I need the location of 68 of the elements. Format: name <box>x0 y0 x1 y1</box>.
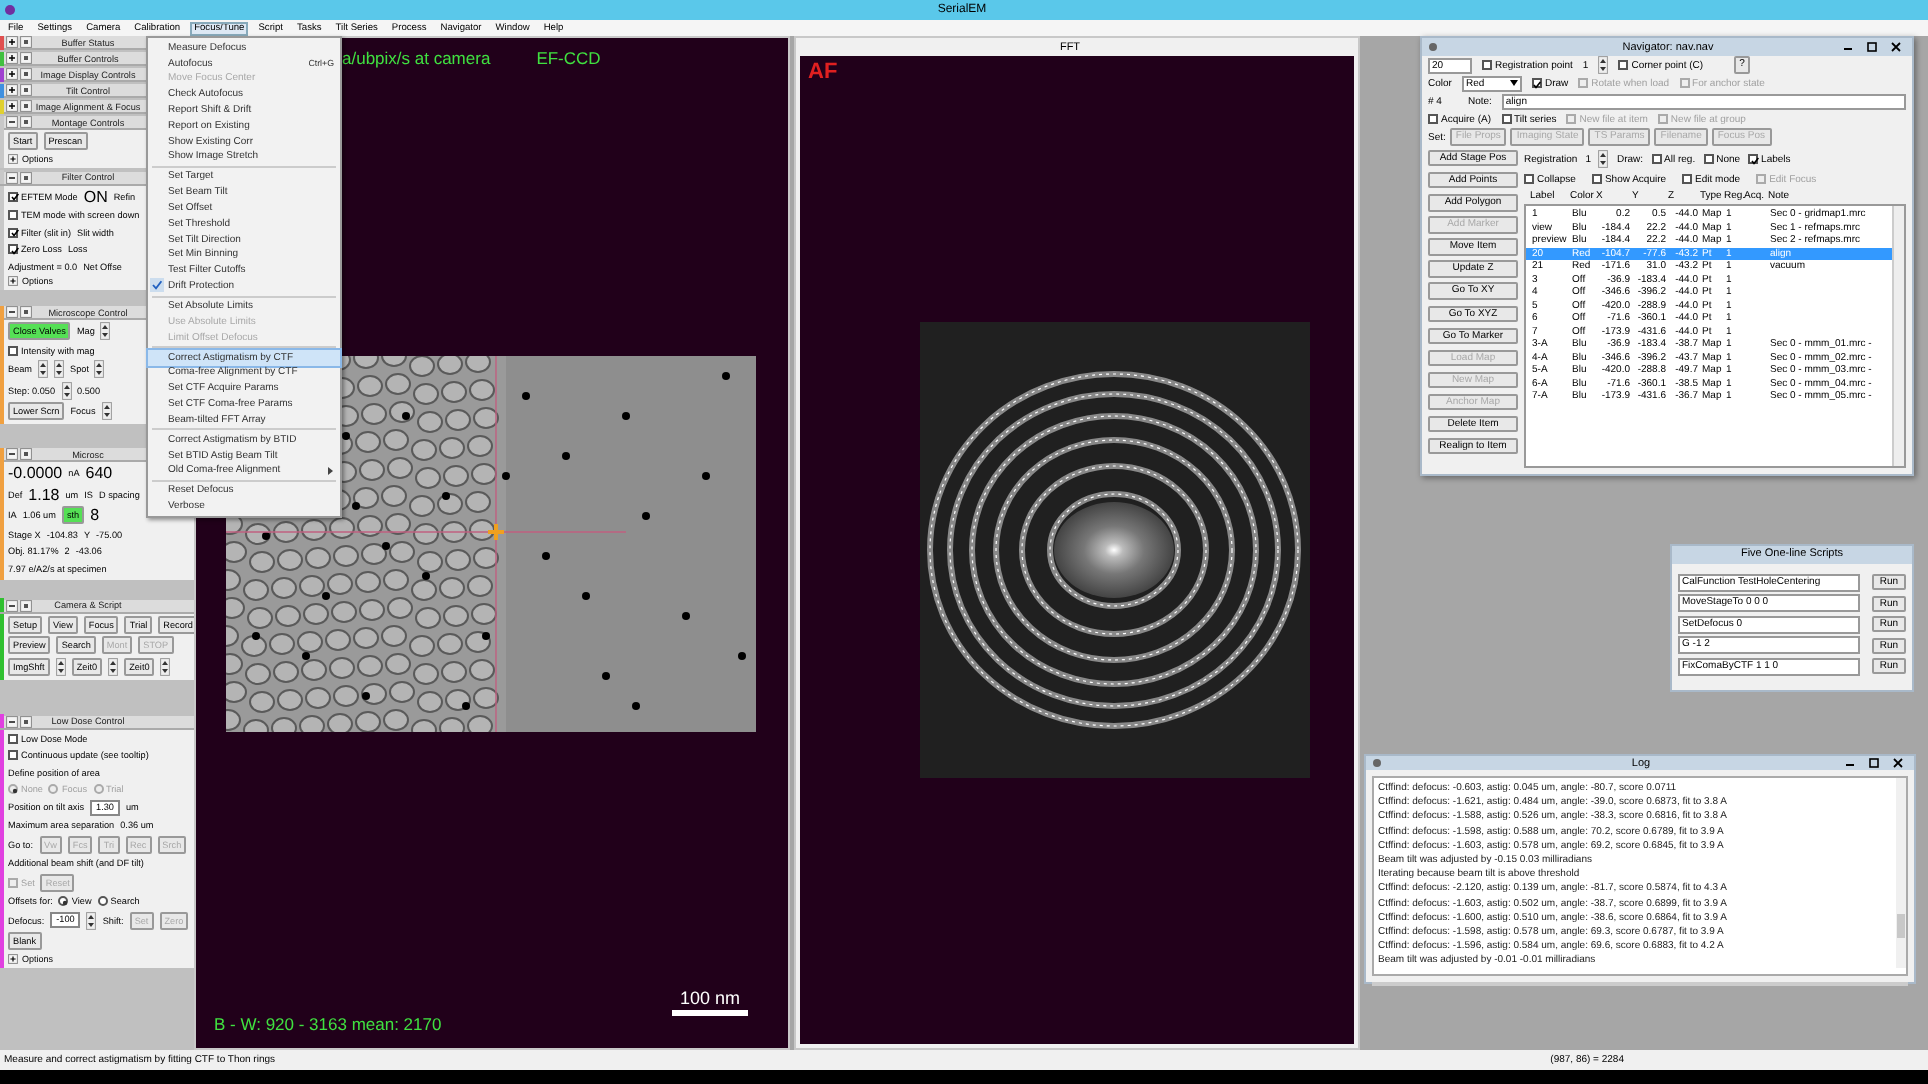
checkbox[interactable] <box>1501 114 1512 124</box>
spin-buttons-icon[interactable] <box>38 360 49 378</box>
collapse-icon[interactable] <box>6 715 18 727</box>
checkbox[interactable] <box>1618 60 1629 70</box>
checkbox[interactable] <box>8 210 18 220</box>
readout-value: 1.18 <box>28 485 60 503</box>
camera-name: EF-CCD <box>536 48 601 68</box>
checkbox[interactable] <box>1703 154 1714 164</box>
checkbox[interactable] <box>8 227 18 237</box>
checkbox[interactable] <box>1524 174 1534 184</box>
maximize-icon[interactable] <box>1864 756 1884 770</box>
scale-bar <box>672 1010 748 1016</box>
checkbox[interactable] <box>1482 60 1492 70</box>
exposure-text: a/ubpix/s at camera <box>342 48 491 68</box>
spin-buttons-icon[interactable] <box>54 360 65 378</box>
expand-icon[interactable] <box>6 52 18 64</box>
image-stats: B - W: 920 - 3163 mean: 2170 <box>214 1014 442 1034</box>
collapse-icon[interactable] <box>6 448 18 460</box>
app-icon <box>1372 758 1382 768</box>
checkbox[interactable] <box>8 244 18 254</box>
readout-value: 640 <box>85 464 113 482</box>
checkbox[interactable] <box>1682 174 1693 184</box>
radio-button[interactable] <box>97 896 108 906</box>
checkbox[interactable] <box>1591 174 1602 184</box>
af-label: AF <box>808 60 838 84</box>
spin-buttons-icon[interactable] <box>61 381 71 399</box>
vertical-scrollbar-icon <box>1896 778 1906 968</box>
radio-button[interactable] <box>58 896 69 906</box>
checkbox[interactable] <box>1531 78 1542 88</box>
expand-icon[interactable] <box>6 84 18 96</box>
readout-value: 8 <box>90 506 100 524</box>
checkbox[interactable] <box>8 750 18 760</box>
readout-value: -0.0000 <box>8 464 63 482</box>
spin-buttons-icon[interactable] <box>101 402 112 420</box>
checkbox[interactable] <box>8 733 18 743</box>
checkbox[interactable] <box>1651 154 1662 164</box>
spin-buttons-icon[interactable] <box>1598 150 1609 168</box>
close-icon[interactable] <box>1886 40 1906 54</box>
expand-icon[interactable] <box>6 100 18 112</box>
spin-buttons-icon[interactable] <box>94 360 105 378</box>
spin-buttons-icon[interactable] <box>160 657 171 675</box>
checkmark-icon <box>150 278 164 293</box>
spin-buttons-icon[interactable] <box>100 322 111 340</box>
checkbox[interactable] <box>8 191 18 201</box>
expand-icon[interactable] <box>8 953 18 963</box>
close-icon[interactable] <box>1888 756 1908 770</box>
app-icon <box>1428 42 1438 52</box>
checkbox[interactable] <box>1428 114 1438 124</box>
submenu-arrow-icon <box>326 465 334 476</box>
expand-icon[interactable] <box>6 68 18 80</box>
collapse-icon[interactable] <box>6 171 18 183</box>
spin-buttons-icon[interactable] <box>55 657 66 675</box>
collapse-icon[interactable] <box>6 599 18 611</box>
app-icon <box>4 4 16 16</box>
expand-icon[interactable] <box>8 153 18 163</box>
scale-bar-label: 100 nm <box>679 988 741 1008</box>
collapse-icon[interactable] <box>6 306 18 318</box>
collapse-icon[interactable] <box>6 116 18 128</box>
spin-buttons-icon[interactable] <box>108 657 119 675</box>
checkbox[interactable] <box>1748 154 1759 164</box>
checkbox[interactable] <box>8 345 18 355</box>
expand-icon[interactable] <box>6 36 18 48</box>
readout-value: ON <box>83 187 108 205</box>
spin-buttons-icon[interactable] <box>86 911 97 929</box>
expand-icon[interactable] <box>8 276 18 286</box>
dropdown-arrow-icon <box>1509 80 1518 86</box>
maximize-icon[interactable] <box>1862 40 1882 54</box>
spin-buttons-icon[interactable] <box>1598 56 1609 74</box>
